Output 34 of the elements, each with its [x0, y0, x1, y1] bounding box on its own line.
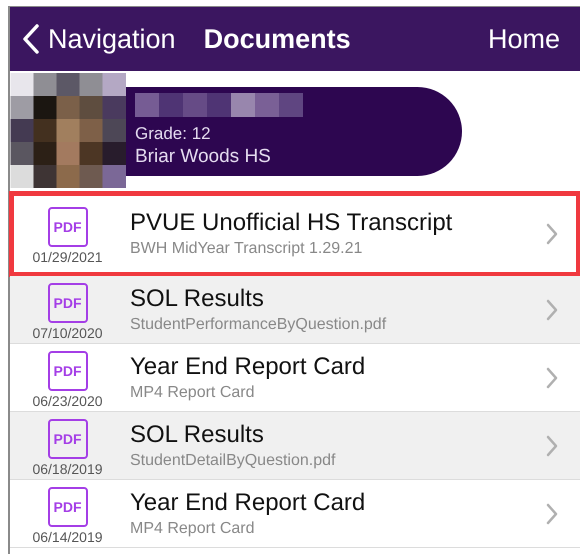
pdf-icon: PDF [48, 283, 88, 323]
back-button[interactable]: Navigation [22, 18, 176, 60]
pdf-icon: PDF [48, 351, 88, 391]
document-date: 07/10/2020 [32, 324, 103, 342]
document-date: 06/18/2019 [32, 460, 103, 478]
pdf-icon: PDF [48, 419, 88, 459]
document-row[interactable]: PDF 07/10/2020 SOL Results StudentPerformanceByQuestion.pdf [10, 276, 580, 344]
document-title: SOL Results [130, 420, 265, 450]
document-title: Year End Report Card [130, 352, 366, 382]
document-date: 06/23/2020 [32, 392, 103, 410]
grade-label: Grade: 12 [135, 123, 212, 145]
school-name: Briar Woods HS [135, 145, 272, 169]
document-row[interactable]: PDF 06/18/2019 SOL Results StudentDetailByQuestion.pdf [10, 412, 580, 480]
document-subtitle: MP4 Report Card [130, 518, 256, 538]
document-date: 06/14/2019 [32, 528, 103, 546]
document-subtitle: StudentDetailByQuestion.pdf [130, 450, 336, 470]
document-subtitle: BWH MidYear Transcript 1.29.21 [130, 238, 364, 258]
document-row[interactable]: PDF 01/29/2021 PVUE Unofficial HS Transcript BWH MidYear Transcript 1.29.21 [10, 192, 580, 276]
chevron-right-icon [546, 298, 558, 320]
document-date: 01/29/2021 [32, 248, 103, 266]
screen-title: Documents [204, 22, 351, 56]
document-title: SOL Results [130, 284, 265, 314]
back-chevron-icon [22, 24, 40, 54]
chevron-right-icon [546, 366, 558, 388]
chevron-right-icon [546, 434, 558, 456]
pdf-icon: PDF [48, 487, 88, 527]
document-title: PVUE Unofficial HS Transcript [130, 208, 454, 238]
home-button[interactable]: Home [488, 18, 560, 60]
document-title: Year End Report Card [130, 488, 366, 518]
chevron-right-icon [546, 222, 558, 244]
document-subtitle: MP4 Report Card [130, 382, 256, 402]
pdf-icon: PDF [48, 207, 88, 247]
chevron-right-icon [546, 502, 558, 524]
document-subtitle: StudentPerformanceByQuestion.pdf [130, 314, 388, 334]
